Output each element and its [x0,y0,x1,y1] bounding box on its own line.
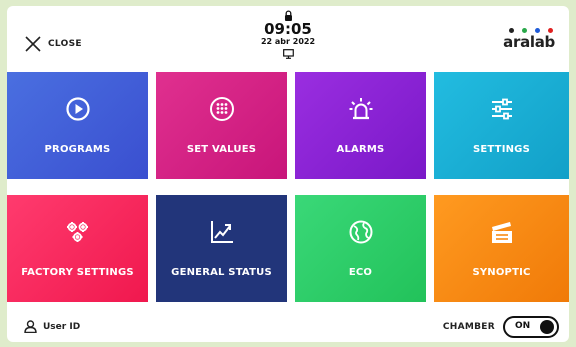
user-id-label: User ID [43,321,81,332]
tile-alarms[interactable]: ALARMS [295,72,426,179]
tile-general-status[interactable]: GENERAL STATUS [156,195,287,302]
close-button[interactable]: CLOSE [24,35,82,53]
toggle-knob [540,320,554,334]
brand-name: aralab [503,33,555,51]
tile-set-values[interactable]: SET VALUES [156,72,287,179]
keypad-icon [209,97,234,121]
sliders-icon [491,98,512,120]
chamber-toggle[interactable]: ON [503,316,559,338]
tile-eco[interactable]: ECO [295,195,426,302]
tile-label: ALARMS [336,144,385,155]
globe-icon [349,220,372,244]
tile-settings[interactable]: SETTINGS [434,72,569,179]
tile-label: SET VALUES [186,144,257,155]
tile-label: PROGRAMS [44,144,111,155]
footer-bar: User ID CHAMBER ON [7,314,569,342]
tile-factory-settings[interactable]: FACTORY SETTINGS [7,195,148,302]
chamber-label: CHAMBER [442,322,495,332]
user-icon [24,320,37,333]
tile-programs[interactable]: PROGRAMS [7,72,148,179]
tile-label: SETTINGS [472,144,530,155]
tile-label: GENERAL STATUS [171,267,272,278]
brand-logo: aralab [503,28,555,50]
clapperboard-icon [491,222,512,243]
clock-date: 22 abr 2022 [260,37,316,46]
gears-icon [66,222,88,242]
tile-label: SYNOPTIC [472,267,531,278]
user-id-button[interactable]: User ID [24,320,80,333]
chamber-control: CHAMBER ON [443,316,559,338]
trend-chart-icon [210,221,233,243]
tile-label: FACTORY SETTINGS [21,267,134,278]
chamber-toggle-text: ON [515,321,531,331]
clock-time: 09:05 [264,20,312,38]
monitor-icon[interactable] [282,49,294,59]
alarm-light-icon [349,98,372,120]
tile-synoptic[interactable]: SYNOPTIC [434,195,569,302]
close-icon [25,36,41,52]
main-screen: CLOSE 09:05 22 abr 2022 aralab PROGRAMS … [7,6,569,342]
play-circle-icon [65,97,90,121]
header-bar: CLOSE 09:05 22 abr 2022 aralab [7,6,569,70]
clock-panel: 09:05 22 abr 2022 [261,10,315,59]
close-label: CLOSE [48,39,82,49]
tile-label: ECO [348,267,373,278]
